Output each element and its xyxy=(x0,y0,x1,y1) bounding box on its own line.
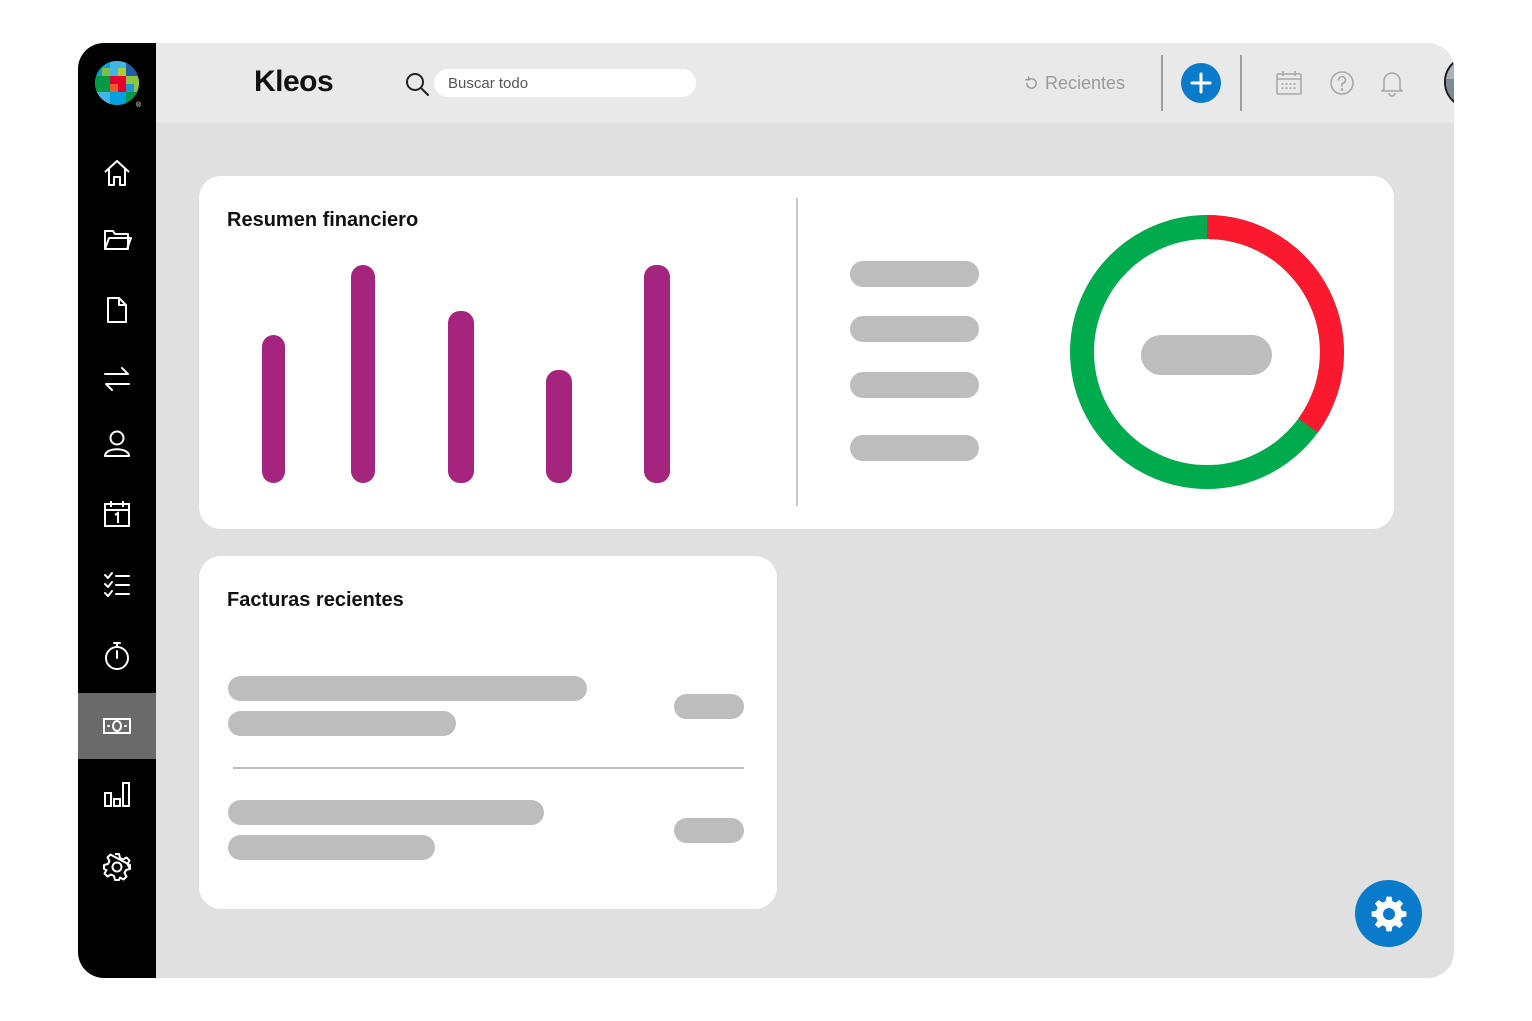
recent-invoices-title: Facturas recientes xyxy=(227,589,404,611)
plus-icon xyxy=(1190,72,1212,94)
stopwatch-icon xyxy=(105,642,129,670)
recents-label: Recientes xyxy=(1045,72,1126,93)
legend-placeholder xyxy=(850,316,979,342)
nav-timer[interactable] xyxy=(78,623,156,689)
brand-logo-icon: ® xyxy=(95,61,142,108)
nav-transfers[interactable] xyxy=(78,346,156,412)
toolbar-divider xyxy=(1161,55,1163,111)
nav-reports[interactable] xyxy=(78,761,156,827)
top-bar: Kleos Recientes xyxy=(156,43,1454,123)
nav-tasks[interactable] xyxy=(78,551,156,617)
transfer-arrows-icon xyxy=(104,367,130,391)
legend-placeholder xyxy=(850,372,979,398)
financial-summary-card: Resumen financiero xyxy=(199,176,1394,529)
history-icon xyxy=(1025,75,1037,89)
calendar-icon[interactable] xyxy=(1275,69,1303,97)
invoice-name-placeholder xyxy=(228,800,544,825)
nav-billing[interactable] xyxy=(78,693,156,759)
reports-chart-icon xyxy=(104,782,130,807)
search-input[interactable] xyxy=(434,69,696,97)
document-icon xyxy=(107,297,127,323)
donut-center-placeholder xyxy=(1141,335,1272,375)
invoice-name-placeholder xyxy=(228,676,587,701)
add-new-button[interactable] xyxy=(1181,63,1221,103)
app-title: Kleos xyxy=(254,65,334,98)
chart-bar xyxy=(644,265,670,483)
recent-invoices-card: Facturas recientes xyxy=(199,556,777,909)
chart-bar xyxy=(262,335,285,483)
invoice-amount-placeholder xyxy=(674,694,744,719)
recents-link[interactable]: Recientes xyxy=(1024,71,1125,95)
invoice-amount-placeholder xyxy=(674,818,744,843)
floating-settings-button[interactable] xyxy=(1355,880,1422,947)
settings-gear-icon xyxy=(103,853,131,881)
legend-placeholder xyxy=(850,261,979,287)
folder-icon xyxy=(104,230,132,250)
chart-bar xyxy=(448,311,474,483)
home-icon xyxy=(104,160,130,186)
nav-home[interactable] xyxy=(78,140,156,206)
app-window: ® Kleos Buscar todo Recientes Resumen fi… xyxy=(78,43,1454,978)
task-list-icon xyxy=(104,572,130,597)
help-icon[interactable] xyxy=(1328,69,1356,97)
chart-bar xyxy=(546,370,572,483)
row-divider xyxy=(233,767,744,769)
user-avatar[interactable] xyxy=(1444,55,1454,109)
sidebar: ® xyxy=(78,43,156,978)
legend-placeholder xyxy=(850,435,979,461)
notifications-bell-icon[interactable] xyxy=(1378,69,1406,97)
search-icon[interactable] xyxy=(404,71,430,97)
nav-calendar[interactable] xyxy=(78,481,156,547)
svg-text:®: ® xyxy=(136,101,142,108)
nav-documents[interactable] xyxy=(78,277,156,343)
nav-contacts[interactable] xyxy=(78,410,156,476)
calendar-icon xyxy=(104,501,130,527)
contact-person-icon xyxy=(104,430,130,457)
user-photo xyxy=(1446,57,1454,107)
nav-settings[interactable] xyxy=(78,834,156,900)
financial-summary-title: Resumen financiero xyxy=(227,209,419,231)
toolbar-divider xyxy=(1240,55,1242,111)
chart-bar xyxy=(351,265,375,483)
billing-money-icon xyxy=(103,718,131,734)
invoice-detail-placeholder xyxy=(228,835,435,860)
nav-folders[interactable] xyxy=(78,207,156,273)
card-divider xyxy=(796,198,798,506)
invoice-detail-placeholder xyxy=(228,711,456,736)
settings-gear-icon xyxy=(1371,896,1406,931)
